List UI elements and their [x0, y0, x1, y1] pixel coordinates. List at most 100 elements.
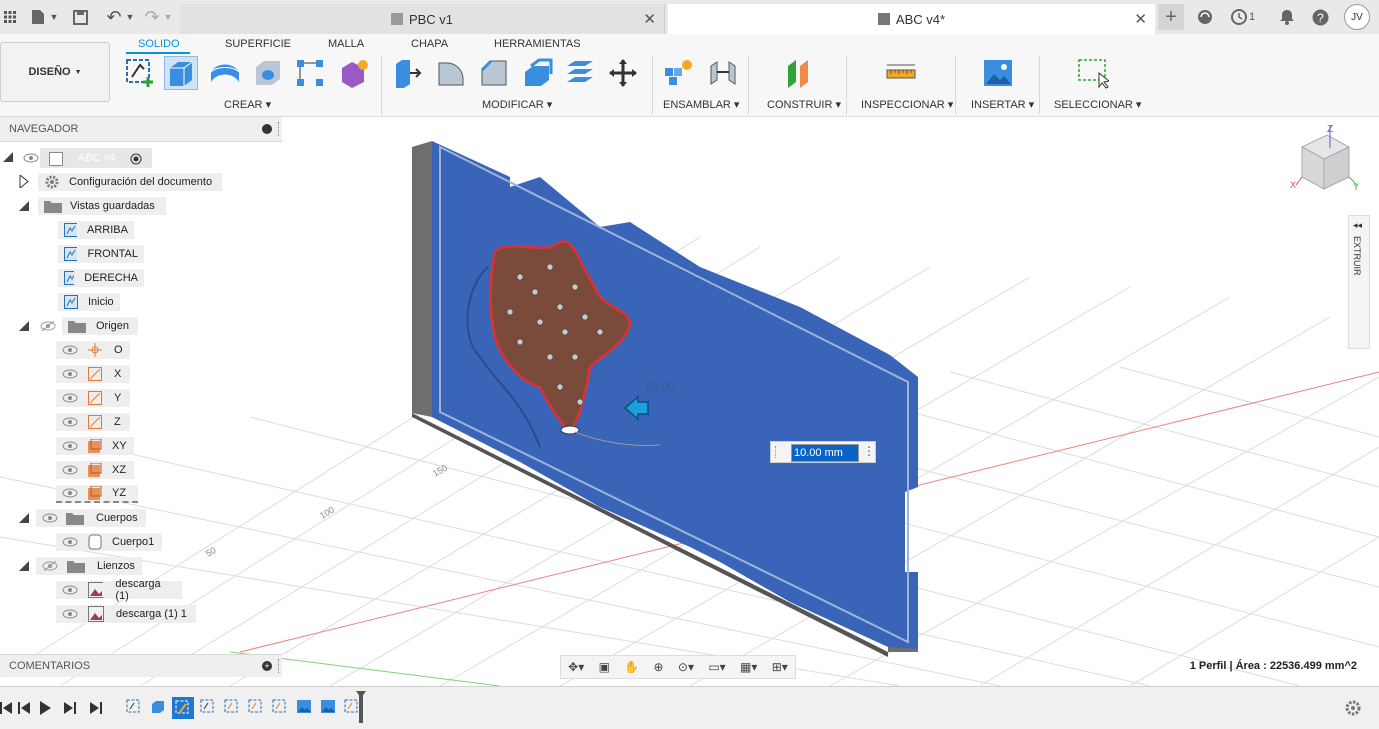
pattern-icon[interactable]	[293, 56, 327, 90]
ensamblar-group-label[interactable]: ENSAMBLAR ▾	[663, 98, 739, 111]
timeline-sketch-icon[interactable]	[198, 697, 218, 717]
viewcube[interactable]: Z X Y	[1290, 122, 1360, 197]
timeline-extrude-icon[interactable]	[148, 697, 168, 717]
workspace-switcher-button[interactable]: DISEÑO ▼	[0, 42, 110, 102]
grid-settings-icon[interactable]: ▦▾	[740, 660, 757, 674]
display-settings-icon[interactable]: ▭▾	[708, 660, 725, 674]
viewcube-y-label: Y	[1353, 182, 1359, 192]
undo-chevron-icon[interactable]: ▼	[120, 7, 140, 27]
tab-chapa[interactable]: CHAPA	[411, 38, 448, 50]
tree-item-plane-yz[interactable]: YZ	[56, 484, 138, 504]
redo-chevron-icon[interactable]: ▼	[158, 7, 178, 27]
timeline-canvas-icon[interactable]	[318, 697, 338, 717]
timeline-sketch-icon[interactable]	[124, 697, 144, 717]
timeline-settings-gear-icon[interactable]	[1344, 699, 1362, 717]
move-icon[interactable]	[606, 56, 640, 90]
timeline-sketch-icon[interactable]	[270, 697, 290, 717]
tree-item-view-right[interactable]: DERECHA	[58, 268, 144, 288]
tree-item-origin-point[interactable]: O	[56, 340, 130, 360]
go-to-end-icon[interactable]	[90, 702, 102, 714]
tab-pbc[interactable]: PBC v1 ✕	[180, 4, 665, 34]
tree-item-canvas2[interactable]: descarga (1) 1	[56, 604, 196, 624]
apps-grid-icon[interactable]	[0, 7, 20, 27]
play-icon[interactable]	[40, 701, 51, 715]
crear-group-label[interactable]: CREAR ▾	[224, 98, 271, 111]
timeline-marker-head-icon[interactable]	[356, 691, 366, 698]
collapse-navigator-icon[interactable]	[262, 124, 272, 134]
online-status-icon[interactable]	[1195, 7, 1215, 27]
tab-solido[interactable]: SOLIDO	[138, 38, 180, 50]
timeline-canvas-icon[interactable]	[294, 697, 314, 717]
expand-panel-icon[interactable]: ◂◂	[1353, 220, 1362, 231]
zoom-icon[interactable]: ⊕	[654, 660, 664, 674]
bell-icon[interactable]	[1277, 7, 1297, 27]
select-icon[interactable]	[1076, 56, 1110, 90]
tree-item-body1[interactable]: Cuerpo1	[56, 532, 162, 552]
orbit-icon[interactable]: ✥▾	[568, 660, 584, 674]
user-avatar[interactable]: JV	[1344, 4, 1370, 30]
file-menu-chevron-icon[interactable]: ▼	[44, 7, 64, 27]
hole-icon[interactable]	[251, 56, 285, 90]
look-at-icon[interactable]: ▣	[599, 660, 610, 674]
timeline-active-feature-icon[interactable]	[172, 697, 194, 719]
revolve-icon[interactable]	[208, 56, 242, 90]
tree-item-canvas1[interactable]: descarga (1)	[56, 578, 182, 602]
seleccionar-group-label[interactable]: SELECCIONAR ▾	[1054, 98, 1141, 111]
tree-root[interactable]: ABC v4	[0, 148, 160, 168]
distance-input[interactable]	[791, 444, 859, 462]
tree-item-axis-z[interactable]: Z	[56, 412, 130, 432]
tab-superficie[interactable]: SUPERFICIE	[225, 38, 291, 50]
step-back-icon[interactable]	[18, 702, 30, 714]
close-tab-icon[interactable]: ✕	[1134, 10, 1147, 28]
saved-view-icon	[64, 295, 78, 309]
modificar-group-label[interactable]: MODIFICAR ▾	[482, 98, 552, 111]
extrude-icon[interactable]	[164, 56, 198, 90]
tree-item-axis-x[interactable]: X	[56, 364, 130, 384]
shell-icon[interactable]	[520, 56, 554, 90]
tree-item-plane-xz[interactable]: XZ	[56, 460, 134, 480]
split-body-icon[interactable]	[563, 56, 597, 90]
tree-item-axis-y[interactable]: Y	[56, 388, 130, 408]
new-tab-icon[interactable]: +	[1158, 4, 1184, 30]
inspeccionar-group-label[interactable]: INSPECCIONAR ▾	[861, 98, 953, 111]
help-icon[interactable]: ?	[1310, 7, 1330, 27]
extruded-body-face[interactable]	[432, 141, 918, 649]
tab-malla[interactable]: MALLA	[328, 38, 364, 50]
measure-icon[interactable]	[884, 56, 918, 90]
insertar-group-label[interactable]: INSERTAR ▾	[971, 98, 1034, 111]
panel-grip-icon[interactable]	[278, 122, 282, 136]
construir-group-label[interactable]: CONSTRUIR ▾	[767, 98, 841, 111]
add-comment-icon[interactable]: +	[262, 661, 272, 671]
folder-icon	[66, 513, 84, 525]
timeline-sketch-icon[interactable]	[222, 697, 242, 717]
extrude-panel-collapsed[interactable]: ◂◂ EXTRUIR	[1348, 215, 1370, 349]
tree-item-view-top[interactable]: ARRIBA	[58, 220, 134, 240]
fit-icon[interactable]: ⊙▾	[678, 660, 694, 674]
press-pull-icon[interactable]	[391, 56, 425, 90]
plane-icon	[88, 439, 102, 453]
tree-item-view-home[interactable]: Inicio	[58, 292, 120, 312]
job-status-icon[interactable]: 1	[1228, 7, 1258, 27]
create-sketch-icon[interactable]	[123, 56, 157, 90]
save-icon[interactable]	[70, 7, 90, 27]
tab-herramientas[interactable]: HERRAMIENTAS	[494, 38, 581, 50]
offset-plane-icon[interactable]	[783, 56, 817, 90]
timeline-sketch-icon[interactable]	[246, 697, 266, 717]
panel-grip-icon[interactable]	[278, 659, 282, 673]
viewports-icon[interactable]: ⊞▾	[772, 660, 788, 674]
chamfer-icon[interactable]	[477, 56, 511, 90]
go-to-start-icon[interactable]	[0, 702, 12, 714]
tree-item-view-front[interactable]: FRONTAL	[58, 244, 144, 264]
pan-icon[interactable]: ✋	[624, 660, 639, 674]
step-forward-icon[interactable]	[64, 702, 76, 714]
fillet-icon[interactable]	[434, 56, 468, 90]
create-form-icon[interactable]	[337, 56, 371, 90]
tab-abc[interactable]: ABC v4* ✕	[668, 4, 1155, 34]
joint-icon[interactable]	[706, 56, 740, 90]
new-component-icon[interactable]	[662, 56, 696, 90]
drag-grip-icon[interactable]	[775, 446, 778, 458]
close-tab-icon[interactable]: ✕	[643, 10, 656, 28]
more-options-icon[interactable]: ⋮	[863, 444, 875, 458]
insert-canvas-icon[interactable]	[981, 56, 1015, 90]
tree-item-plane-xy[interactable]: XY	[56, 436, 134, 456]
